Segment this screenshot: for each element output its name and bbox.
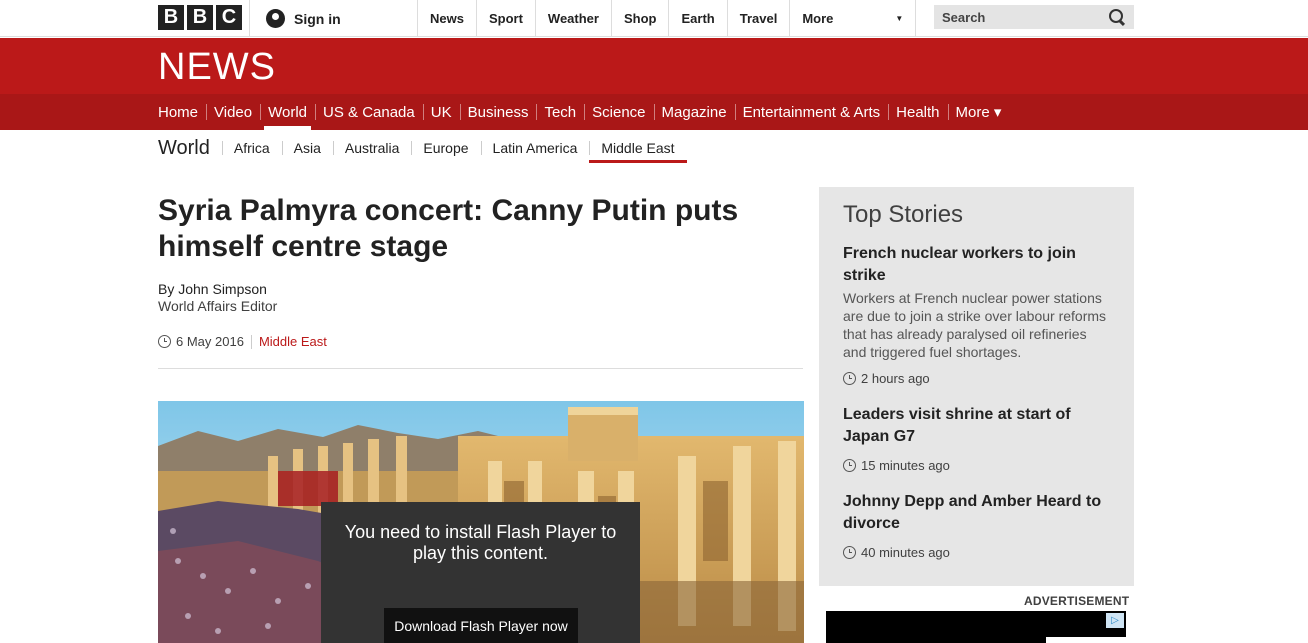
advertisement-label: ADVERTISEMENT xyxy=(1024,594,1130,608)
section-nav-africa[interactable]: Africa xyxy=(221,130,282,166)
user-icon xyxy=(266,9,285,28)
story-timestamp: 15 minutes ago xyxy=(843,458,1110,473)
author-role: World Affairs Editor xyxy=(158,298,278,314)
news-nav-us-canada[interactable]: US & Canada xyxy=(315,94,423,130)
news-nav-tech[interactable]: Tech xyxy=(536,94,584,130)
global-nav-shop[interactable]: Shop xyxy=(610,0,669,37)
clock-icon xyxy=(843,372,856,385)
logo-letter: C xyxy=(216,5,242,30)
news-nav-magazine[interactable]: Magazine xyxy=(653,94,735,130)
section-nav-australia[interactable]: Australia xyxy=(332,130,411,166)
sign-in-link[interactable]: Sign in xyxy=(249,0,417,37)
section-nav-middle-east[interactable]: Middle East xyxy=(589,130,687,166)
news-nav-science[interactable]: Science xyxy=(584,94,653,130)
clock-icon xyxy=(158,335,171,348)
story-headline[interactable]: Leaders visit shrine at start of Japan G… xyxy=(843,404,1110,448)
divider xyxy=(250,334,252,349)
news-nav-health[interactable]: Health xyxy=(888,94,947,130)
chevron-down-icon: ▼ xyxy=(895,14,904,23)
top-stories-panel: Top Stories French nuclear workers to jo… xyxy=(819,187,1134,586)
global-nav-weather[interactable]: Weather xyxy=(534,0,611,37)
section-nav: World Africa Asia Australia Europe Latin… xyxy=(158,130,687,166)
story-headline[interactable]: French nuclear workers to join strike xyxy=(843,243,1110,287)
section-title[interactable]: World xyxy=(158,137,210,160)
story-timestamp: 2 hours ago xyxy=(843,371,1110,386)
top-stories-title: Top Stories xyxy=(843,201,964,228)
global-header: B B C Sign in News Sport Weather Shop Ea… xyxy=(0,0,1308,37)
news-nav: Home Video World US & Canada UK Business… xyxy=(0,94,1308,130)
global-nav-sport[interactable]: Sport xyxy=(475,0,535,37)
news-nav-business[interactable]: Business xyxy=(459,94,537,130)
search-placeholder: Search xyxy=(942,9,986,25)
news-nav-more[interactable]: More ▾ xyxy=(947,94,1010,130)
top-story-item[interactable]: French nuclear workers to join strike Wo… xyxy=(843,243,1110,386)
story-time-text: 40 minutes ago xyxy=(861,545,950,560)
download-flash-button[interactable]: Download Flash Player now xyxy=(384,608,578,643)
news-banner: NEWS xyxy=(0,38,1308,94)
news-nav-uk[interactable]: UK xyxy=(422,94,460,130)
top-story-item[interactable]: Johnny Depp and Amber Heard to divorce 4… xyxy=(843,491,1110,560)
search-input[interactable]: Search xyxy=(934,5,1134,29)
section-nav-latin-america[interactable]: Latin America xyxy=(480,130,590,166)
ad-content xyxy=(1046,637,1126,643)
bbc-logo[interactable]: B B C xyxy=(158,5,242,30)
global-nav: News Sport Weather Shop Earth Travel Mor… xyxy=(417,0,917,37)
sign-in-label: Sign in xyxy=(294,10,341,27)
logo-letter: B xyxy=(187,5,213,30)
section-nav-europe[interactable]: Europe xyxy=(411,130,480,166)
story-time-text: 15 minutes ago xyxy=(861,458,950,473)
news-nav-video[interactable]: Video xyxy=(206,94,260,130)
story-summary: Workers at French nuclear power stations… xyxy=(843,290,1107,360)
logo-letter: B xyxy=(158,5,184,30)
global-nav-travel[interactable]: Travel xyxy=(726,0,790,37)
top-story-item[interactable]: Leaders visit shrine at start of Japan G… xyxy=(843,404,1110,473)
article-section-link[interactable]: Middle East xyxy=(259,334,327,349)
flash-message: You need to install Flash Player to play… xyxy=(344,522,617,563)
global-nav-more[interactable]: More ▼ xyxy=(789,0,917,37)
author-name: By John Simpson xyxy=(158,281,267,297)
global-nav-more-label: More xyxy=(802,11,834,26)
article-date: 6 May 2016 xyxy=(176,334,244,349)
global-nav-news[interactable]: News xyxy=(417,0,476,37)
news-nav-entertainment-arts[interactable]: Entertainment & Arts xyxy=(734,94,889,130)
clock-icon xyxy=(843,459,856,472)
story-timestamp: 40 minutes ago xyxy=(843,545,1110,560)
section-nav-asia[interactable]: Asia xyxy=(281,130,333,166)
article-meta: 6 May 2016 Middle East xyxy=(158,334,327,349)
clock-icon xyxy=(843,546,856,559)
adchoices-icon[interactable]: ▷ xyxy=(1106,613,1124,628)
story-headline[interactable]: Johnny Depp and Amber Heard to divorce xyxy=(843,491,1110,535)
advertisement-slot[interactable]: ▷ xyxy=(826,611,1126,643)
divider xyxy=(158,368,803,369)
flash-notice: You need to install Flash Player to play… xyxy=(321,502,640,643)
news-nav-world[interactable]: World xyxy=(260,94,315,130)
global-nav-earth[interactable]: Earth xyxy=(668,0,726,37)
article-headline: Syria Palmyra concert: Canny Putin puts … xyxy=(158,194,739,263)
news-logo[interactable]: NEWS xyxy=(158,46,276,89)
media-player[interactable]: You need to install Flash Player to play… xyxy=(158,401,804,643)
search-icon[interactable] xyxy=(1109,8,1126,26)
byline: By John Simpson World Affairs Editor xyxy=(158,281,277,315)
news-nav-home[interactable]: Home xyxy=(150,94,206,130)
story-time-text: 2 hours ago xyxy=(861,371,930,386)
